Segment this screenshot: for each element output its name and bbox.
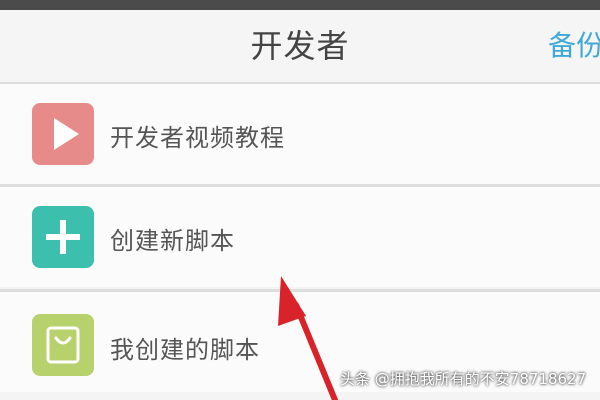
backup-button[interactable]: 备份 bbox=[548, 10, 600, 82]
menu-item-label: 创建新脚本 bbox=[110, 227, 235, 255]
nav-bar: 开发者 备份 bbox=[0, 10, 600, 84]
play-icon bbox=[32, 103, 94, 165]
menu-item-label: 我创建的脚本 bbox=[110, 336, 260, 364]
menu-item-video-tutorial[interactable]: 开发者视频教程 bbox=[0, 84, 600, 184]
status-bar bbox=[0, 0, 600, 10]
app-screen: 开发者 备份 开发者视频教程 创建新脚本 我创建的脚本 头条 @拥抱我所有的不安… bbox=[0, 0, 600, 400]
watermark: 头条 @拥抱我所有的不安78718627 bbox=[340, 370, 587, 388]
plus-icon bbox=[32, 206, 94, 268]
menu-item-create-script[interactable]: 创建新脚本 bbox=[0, 187, 600, 287]
bag-icon bbox=[32, 314, 94, 376]
menu-item-label: 开发者视频教程 bbox=[110, 124, 285, 152]
page-title: 开发者 bbox=[250, 27, 350, 65]
